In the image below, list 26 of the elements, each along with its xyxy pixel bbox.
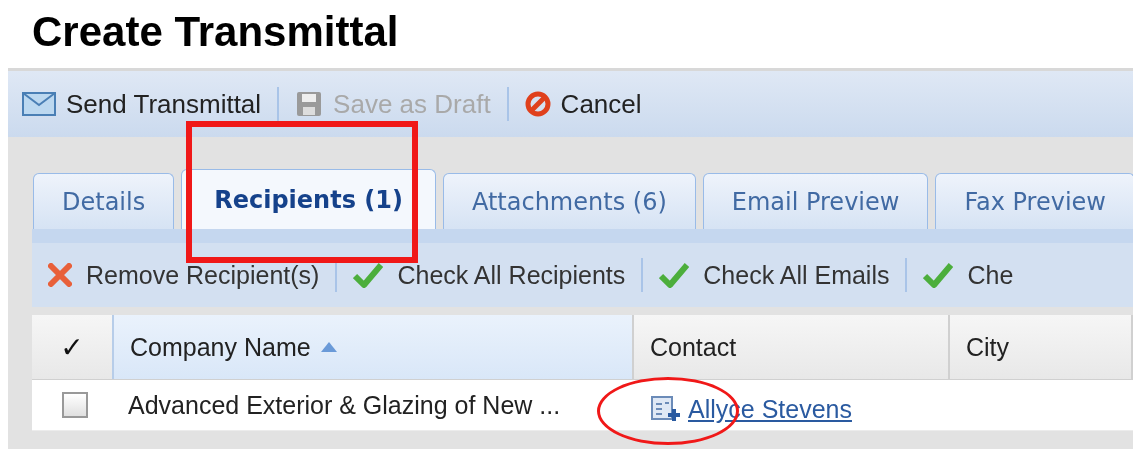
tab[interactable]: Recipients (1)	[181, 169, 436, 229]
table-cell-text: Advanced Exterior & Glazing of New ...	[127, 390, 562, 420]
sort-up-icon	[320, 342, 337, 352]
tab[interactable]: Attachments (6)	[442, 173, 696, 229]
close-icon	[48, 263, 72, 287]
column-header[interactable]: Contact	[634, 315, 950, 379]
column-header[interactable]: Company Name	[112, 315, 634, 379]
add-contact-icon[interactable]	[650, 395, 682, 423]
checkmark-icon	[659, 262, 690, 288]
checkmark-icon	[353, 262, 384, 288]
checkmark-icon	[923, 262, 954, 288]
page-title: Create Transmittal	[31, 7, 400, 57]
tab[interactable]: Fax Preview	[935, 173, 1133, 229]
column-header[interactable]: City	[950, 315, 1133, 379]
send-button[interactable]: Send Transmittal	[16, 88, 268, 120]
check-button[interactable]: Check All Recipients	[349, 260, 630, 290]
check-button[interactable]: Check All Emails	[655, 260, 894, 290]
envelope-icon	[22, 92, 56, 116]
cancel-button[interactable]: Cancel	[518, 88, 648, 120]
check-button[interactable]: Che	[919, 260, 1018, 290]
checkbox[interactable]	[62, 392, 88, 418]
remove-button[interactable]: Remove Recipient(s)	[44, 260, 324, 290]
column-header[interactable]: ✓	[32, 315, 112, 379]
tab[interactable]: Email Preview	[702, 173, 929, 229]
tab[interactable]: Details	[33, 173, 175, 229]
cancel-icon	[524, 91, 551, 117]
